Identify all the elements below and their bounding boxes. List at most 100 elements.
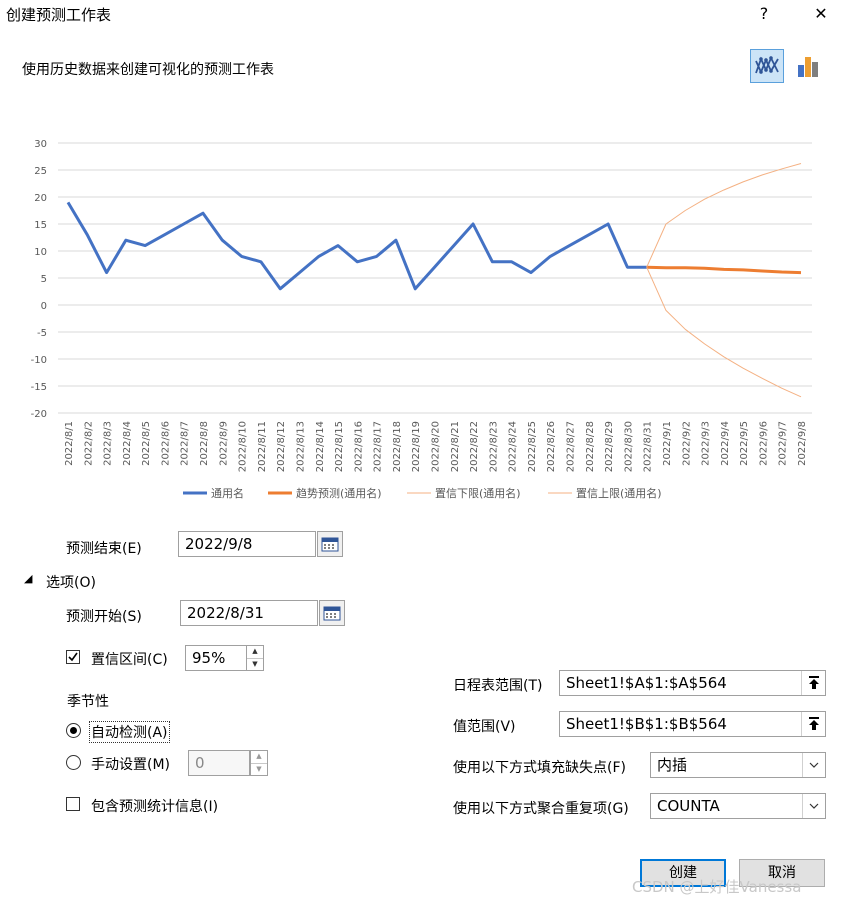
y-tick-label: 25 xyxy=(34,166,47,177)
y-tick-label: 15 xyxy=(34,220,47,231)
x-tick-label: 2022/8/1 xyxy=(64,421,75,466)
x-tick-label: 2022/8/11 xyxy=(257,421,268,472)
forecast-start-label: 预测开始(S) xyxy=(66,609,142,625)
auto-detect-radio[interactable] xyxy=(66,723,81,738)
y-tick-label: 20 xyxy=(34,193,47,204)
y-tick-label: -15 xyxy=(31,382,47,393)
fill-missing-select[interactable]: 内插 xyxy=(650,752,826,778)
upload-arrow-icon xyxy=(809,717,819,730)
x-tick-label: 2022/8/9 xyxy=(218,421,229,466)
x-tick-label: 2022/9/8 xyxy=(797,421,808,466)
x-tick-label: 2022/8/20 xyxy=(431,421,442,472)
line-chart-button[interactable] xyxy=(750,49,784,83)
x-tick-label: 2022/8/5 xyxy=(141,421,152,466)
fill-missing-label: 使用以下方式填充缺失点(F) xyxy=(453,760,626,776)
y-tick-label: 0 xyxy=(41,301,47,312)
spin-up-icon[interactable]: ▲ xyxy=(247,646,263,659)
options-collapse-icon[interactable]: ◢ xyxy=(24,572,32,585)
forecast-end-calendar-button[interactable] xyxy=(317,531,343,557)
y-tick-label: 30 xyxy=(34,139,47,150)
manual-season-spinner[interactable]: ▲ ▼ xyxy=(250,750,268,776)
y-tick-label: 10 xyxy=(34,247,47,258)
legend-label: 趋势预测(通用名) xyxy=(296,486,382,500)
forecast-start-calendar-button[interactable] xyxy=(319,600,345,626)
legend-label: 通用名 xyxy=(211,486,244,500)
column-chart-button[interactable] xyxy=(791,49,825,83)
spin-up-icon[interactable]: ▲ xyxy=(251,751,267,764)
x-tick-label: 2022/8/31 xyxy=(643,421,654,472)
x-tick-label: 2022/8/17 xyxy=(373,421,384,472)
seasonality-label: 季节性 xyxy=(67,694,109,710)
spin-down-icon[interactable]: ▼ xyxy=(251,764,267,776)
x-tick-label: 2022/9/5 xyxy=(739,421,750,466)
series-line-3 xyxy=(646,163,802,268)
include-stats-label[interactable]: 包含预测统计信息(I) xyxy=(91,796,218,816)
forecast-chart: 302520151050-5-10-15-202022/8/1 2022/8/2 2… xyxy=(31,139,812,500)
confidence-checkbox[interactable] xyxy=(66,650,80,664)
x-tick-label: 2022/8/13 xyxy=(295,421,306,472)
chevron-down-icon[interactable] xyxy=(802,794,825,818)
x-tick-label: 2022/8/3 xyxy=(103,421,114,466)
dialog-subtitle: 使用历史数据来创建可视化的预测工作表 xyxy=(22,62,274,78)
y-tick-label: -10 xyxy=(31,355,47,366)
fill-missing-value: 内插 xyxy=(657,756,688,774)
confidence-input[interactable]: 95% xyxy=(185,645,247,671)
x-tick-label: 2022/8/15 xyxy=(334,421,345,472)
values-range-input[interactable]: Sheet1!$B$1:$B$564 xyxy=(559,711,826,737)
aggregate-value: COUNTA xyxy=(657,797,720,815)
upload-arrow-icon xyxy=(809,676,819,689)
auto-detect-label[interactable]: 自动检测(A) xyxy=(89,721,170,743)
x-tick-label: 2022/8/18 xyxy=(392,421,403,472)
x-tick-label: 2022/8/19 xyxy=(411,421,422,472)
legend-label: 置信上限(通用名) xyxy=(576,486,662,500)
x-tick-label: 2022/8/14 xyxy=(315,421,326,472)
x-tick-label: 2022/8/2 xyxy=(83,421,94,466)
confidence-spinner[interactable]: ▲ ▼ xyxy=(246,645,264,671)
watermark: CSDN @上好佳Vanessa xyxy=(632,878,802,896)
values-range-label: 值范围(V) xyxy=(453,719,516,735)
radio-selected-dot xyxy=(70,727,77,734)
forecast-start-input[interactable]: 2022/8/31 xyxy=(180,600,318,626)
forecast-end-label: 预测结束(E) xyxy=(66,541,142,557)
close-button[interactable]: ✕ xyxy=(806,2,836,26)
include-stats-checkbox[interactable] xyxy=(66,797,80,811)
y-tick-label: 5 xyxy=(41,274,47,285)
dialog-title: 创建预测工作表 xyxy=(6,6,112,24)
x-tick-label: 2022/8/7 xyxy=(180,421,191,466)
x-tick-label: 2022/8/30 xyxy=(623,421,634,472)
x-tick-label: 2022/8/23 xyxy=(488,421,499,472)
calendar-icon xyxy=(323,606,341,621)
manual-label[interactable]: 手动设置(M) xyxy=(91,754,170,774)
aggregate-label: 使用以下方式聚合重复项(G) xyxy=(453,801,629,817)
spin-down-icon[interactable]: ▼ xyxy=(247,659,263,671)
series-line-1 xyxy=(646,265,802,275)
y-tick-label: -20 xyxy=(31,409,47,420)
timeline-range-collapse-button[interactable] xyxy=(801,671,826,695)
column-chart-icon xyxy=(798,57,818,77)
values-range-collapse-button[interactable] xyxy=(801,712,826,736)
timeline-range-input[interactable]: Sheet1!$A$1:$A$564 xyxy=(559,670,826,696)
x-tick-label: 2022/8/21 xyxy=(450,421,461,472)
x-tick-label: 2022/8/16 xyxy=(353,421,364,472)
series-line-0 xyxy=(66,201,647,291)
chevron-down-icon[interactable] xyxy=(802,753,825,777)
x-tick-label: 2022/9/3 xyxy=(701,421,712,466)
help-button[interactable]: ? xyxy=(749,2,779,26)
calendar-icon xyxy=(321,537,339,552)
x-tick-label: 2022/8/25 xyxy=(527,421,538,472)
options-label[interactable]: 选项(O) xyxy=(46,572,96,592)
x-tick-label: 2022/8/8 xyxy=(199,421,210,466)
x-tick-label: 2022/8/6 xyxy=(160,421,171,466)
line-chart-icon xyxy=(755,55,779,75)
checkmark-icon xyxy=(68,652,78,662)
aggregate-select[interactable]: COUNTA xyxy=(650,793,826,819)
confidence-label[interactable]: 置信区间(C) xyxy=(91,649,168,669)
manual-season-input[interactable]: 0 xyxy=(188,750,250,776)
y-tick-label: -5 xyxy=(37,328,47,339)
x-tick-label: 2022/8/22 xyxy=(469,421,480,472)
x-tick-label: 2022/8/4 xyxy=(122,421,133,466)
manual-radio[interactable] xyxy=(66,755,81,770)
x-tick-label: 2022/9/6 xyxy=(758,421,769,466)
forecast-end-input[interactable]: 2022/9/8 xyxy=(178,531,316,557)
x-tick-label: 2022/8/10 xyxy=(238,421,249,472)
